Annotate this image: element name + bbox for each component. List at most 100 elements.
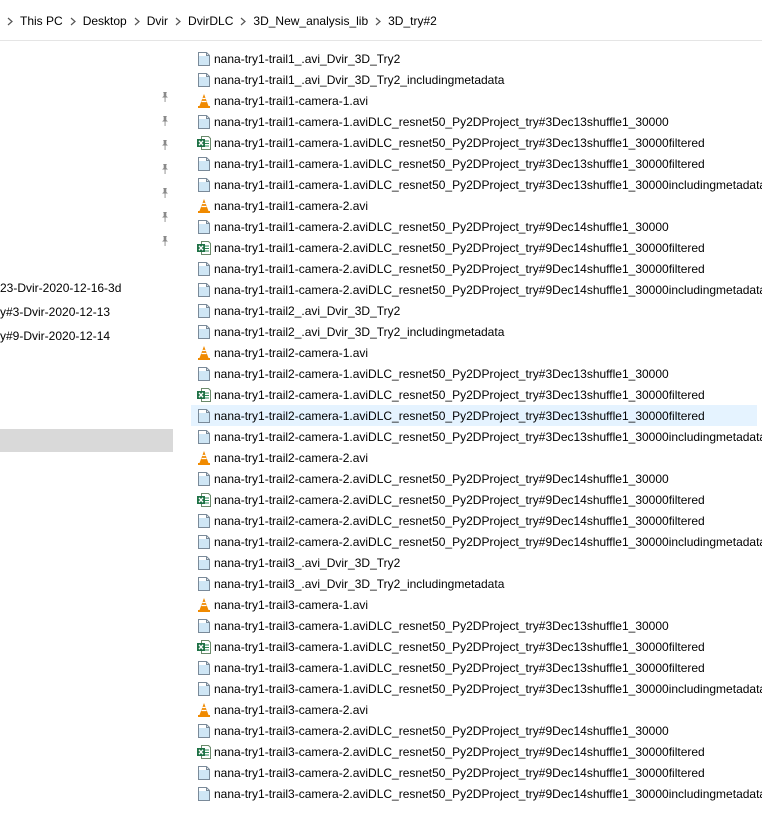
file-row[interactable]: nana-try1-trail3-camera-1.aviDLC_resnet5… — [191, 636, 757, 657]
file-row[interactable]: nana-try1-trail1_.avi_Dvir_3D_Try2_inclu… — [191, 69, 757, 90]
chevron-right-icon[interactable] — [172, 13, 184, 29]
file-name: nana-try1-trail3-camera-2.aviDLC_resnet5… — [214, 723, 669, 738]
pin-icon[interactable] — [159, 211, 171, 223]
pin-icon[interactable] — [159, 235, 171, 247]
document-icon — [196, 261, 212, 277]
file-row[interactable]: nana-try1-trail1-camera-2.aviDLC_resnet5… — [191, 258, 757, 279]
file-row[interactable]: nana-try1-trail2_.avi_Dvir_3D_Try2_inclu… — [191, 321, 757, 342]
pin-icon[interactable] — [159, 91, 171, 103]
file-name: nana-try1-trail2-camera-1.aviDLC_resnet5… — [214, 387, 705, 402]
breadcrumb-desktop[interactable]: Desktop — [79, 13, 131, 29]
breadcrumb-this-pc[interactable]: This PC — [16, 13, 67, 29]
document-icon — [196, 618, 212, 634]
file-row[interactable]: nana-try1-trail1-camera-1.avi — [191, 90, 757, 111]
file-row[interactable]: nana-try1-trail3-camera-1.aviDLC_resnet5… — [191, 678, 762, 699]
file-row[interactable]: nana-try1-trail1_.avi_Dvir_3D_Try2 — [191, 48, 757, 69]
pin-icon[interactable] — [159, 139, 171, 151]
file-row[interactable]: nana-try1-trail3-camera-2.aviDLC_resnet5… — [191, 783, 762, 804]
file-name: nana-try1-trail2-camera-1.aviDLC_resnet5… — [214, 366, 669, 381]
file-row[interactable]: nana-try1-trail3-camera-1.aviDLC_resnet5… — [191, 657, 757, 678]
breadcrumb-3d-try2[interactable]: 3D_try#2 — [384, 13, 441, 29]
excel-icon — [196, 744, 212, 760]
pin-icon[interactable] — [159, 187, 171, 199]
file-name: nana-try1-trail3_.avi_Dvir_3D_Try2_inclu… — [214, 576, 505, 591]
file-name: nana-try1-trail3-camera-1.aviDLC_resnet5… — [214, 618, 669, 633]
vlc-icon — [196, 597, 212, 613]
file-row[interactable]: nana-try1-trail1-camera-1.aviDLC_resnet5… — [191, 132, 757, 153]
file-row[interactable]: nana-try1-trail3_.avi_Dvir_3D_Try2_inclu… — [191, 573, 757, 594]
navigation-pane: 23-Dvir-2020-12-16-3d y#3-Dvir-2020-12-1… — [0, 41, 185, 821]
document-icon — [196, 114, 212, 130]
nav-item-selected[interactable] — [0, 429, 173, 452]
file-row[interactable]: nana-try1-trail3-camera-2.aviDLC_resnet5… — [191, 720, 757, 741]
file-row[interactable]: nana-try1-trail3-camera-2.aviDLC_resnet5… — [191, 762, 757, 783]
file-row[interactable]: nana-try1-trail3_.avi_Dvir_3D_Try2 — [191, 552, 757, 573]
pin-icon[interactable] — [159, 115, 171, 127]
nav-item[interactable]: 23-Dvir-2020-12-16-3d — [0, 281, 121, 295]
vlc-icon — [196, 702, 212, 718]
file-name: nana-try1-trail3-camera-2.aviDLC_resnet5… — [214, 786, 762, 801]
file-name: nana-try1-trail1-camera-2.aviDLC_resnet5… — [214, 261, 705, 276]
file-name: nana-try1-trail1-camera-1.aviDLC_resnet5… — [214, 135, 705, 150]
file-row[interactable]: nana-try1-trail2-camera-1.aviDLC_resnet5… — [191, 426, 762, 447]
file-row[interactable]: nana-try1-trail2-camera-2.aviDLC_resnet5… — [191, 531, 762, 552]
file-row[interactable]: nana-try1-trail2-camera-1.aviDLC_resnet5… — [191, 363, 757, 384]
file-name: nana-try1-trail2-camera-1.aviDLC_resnet5… — [214, 429, 762, 444]
chevron-right-icon[interactable] — [67, 13, 79, 29]
file-row[interactable]: nana-try1-trail1-camera-1.aviDLC_resnet5… — [191, 153, 757, 174]
nav-item[interactable]: y#9-Dvir-2020-12-14 — [0, 329, 110, 343]
file-row[interactable]: nana-try1-trail2-camera-2.avi — [191, 447, 757, 468]
document-icon — [196, 219, 212, 235]
file-row[interactable]: nana-try1-trail3-camera-1.aviDLC_resnet5… — [191, 615, 757, 636]
pin-icon[interactable] — [159, 163, 171, 175]
file-row[interactable]: nana-try1-trail1-camera-2.aviDLC_resnet5… — [191, 216, 757, 237]
file-row[interactable]: nana-try1-trail1-camera-2.aviDLC_resnet5… — [191, 237, 757, 258]
breadcrumb-dvirdlc[interactable]: DvirDLC — [184, 13, 237, 29]
file-name: nana-try1-trail1-camera-1.aviDLC_resnet5… — [214, 114, 669, 129]
file-row[interactable]: nana-try1-trail2-camera-1.aviDLC_resnet5… — [191, 384, 757, 405]
breadcrumb-dvir[interactable]: Dvir — [143, 13, 172, 29]
file-row[interactable]: nana-try1-trail2-camera-1.aviDLC_resnet5… — [191, 405, 757, 426]
file-row[interactable]: nana-try1-trail2-camera-2.aviDLC_resnet5… — [191, 510, 757, 531]
file-row[interactable]: nana-try1-trail1-camera-1.aviDLC_resnet5… — [191, 174, 762, 195]
excel-icon — [196, 135, 212, 151]
file-name: nana-try1-trail2-camera-2.aviDLC_resnet5… — [214, 471, 669, 486]
breadcrumb-3d-new-analysis-lib[interactable]: 3D_New_analysis_lib — [249, 13, 372, 29]
document-icon — [196, 786, 212, 802]
file-row[interactable]: nana-try1-trail2-camera-1.avi — [191, 342, 757, 363]
file-row[interactable]: nana-try1-trail3-camera-2.aviDLC_resnet5… — [191, 741, 757, 762]
document-icon — [196, 471, 212, 487]
file-name: nana-try1-trail3-camera-2.aviDLC_resnet5… — [214, 765, 705, 780]
document-icon — [196, 408, 212, 424]
file-row[interactable]: nana-try1-trail1-camera-2.avi — [191, 195, 757, 216]
file-name: nana-try1-trail1-camera-1.avi — [214, 93, 369, 108]
file-row[interactable]: nana-try1-trail2_.avi_Dvir_3D_Try2 — [191, 300, 757, 321]
file-name: nana-try1-trail2-camera-2.aviDLC_resnet5… — [214, 534, 762, 549]
file-name: nana-try1-trail3-camera-2.aviDLC_resnet5… — [214, 744, 705, 759]
vlc-icon — [196, 345, 212, 361]
chevron-right-icon[interactable] — [131, 13, 143, 29]
file-name: nana-try1-trail1-camera-2.aviDLC_resnet5… — [214, 240, 705, 255]
file-row[interactable]: nana-try1-trail3-camera-2.avi — [191, 699, 757, 720]
chevron-right-icon[interactable] — [237, 13, 249, 29]
file-row[interactable]: nana-try1-trail1-camera-1.aviDLC_resnet5… — [191, 111, 757, 132]
address-bar[interactable]: This PC Desktop Dvir DvirDLC 3D_New_anal… — [0, 0, 762, 41]
document-icon — [196, 156, 212, 172]
document-icon — [196, 660, 212, 676]
document-icon — [196, 681, 212, 697]
file-name: nana-try1-trail2-camera-2.aviDLC_resnet5… — [214, 513, 705, 528]
file-row[interactable]: nana-try1-trail3-camera-1.avi — [191, 594, 757, 615]
document-icon — [196, 429, 212, 445]
document-icon — [196, 555, 212, 571]
nav-item[interactable]: y#3-Dvir-2020-12-13 — [0, 305, 110, 319]
document-icon — [196, 51, 212, 67]
chevron-right-icon[interactable] — [372, 13, 384, 29]
file-name: nana-try1-trail2_.avi_Dvir_3D_Try2 — [214, 303, 401, 318]
file-name: nana-try1-trail3-camera-1.aviDLC_resnet5… — [214, 660, 705, 675]
file-name: nana-try1-trail1-camera-2.aviDLC_resnet5… — [214, 282, 762, 297]
file-row[interactable]: nana-try1-trail2-camera-2.aviDLC_resnet5… — [191, 489, 757, 510]
file-row[interactable]: nana-try1-trail1-camera-2.aviDLC_resnet5… — [191, 279, 762, 300]
file-row[interactable]: nana-try1-trail2-camera-2.aviDLC_resnet5… — [191, 468, 757, 489]
file-name: nana-try1-trail1-camera-1.aviDLC_resnet5… — [214, 177, 762, 192]
chevron-right-icon[interactable] — [4, 13, 16, 29]
